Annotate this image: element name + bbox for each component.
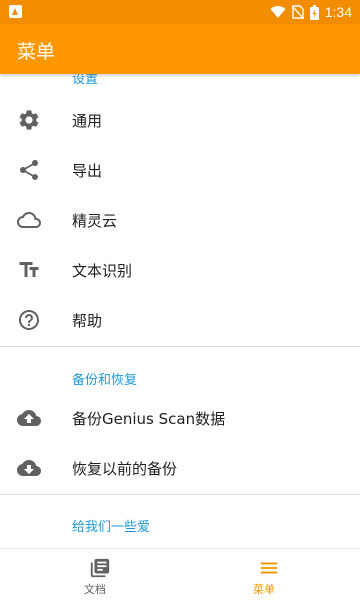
- battery-icon: [309, 4, 319, 20]
- tab-label: 文档: [84, 583, 106, 596]
- app-bar: 菜单: [0, 24, 360, 74]
- wifi-icon: [270, 6, 286, 19]
- status-time: 1:34: [324, 4, 352, 20]
- cloud-icon: [17, 212, 41, 228]
- menu-item-backup[interactable]: 备份Genius Scan数据: [0, 393, 360, 443]
- menu-item-label: 恢复以前的备份: [72, 460, 178, 478]
- documents-icon: [90, 558, 110, 578]
- menu-list[interactable]: 设置 通用 导出 精灵云 文本识别 帮助 备份和恢复 备份Genius Scan…: [0, 74, 360, 548]
- page-title: 菜单: [17, 41, 56, 63]
- tab-menu[interactable]: 菜单: [174, 549, 354, 601]
- app-notification-icon: [9, 5, 22, 18]
- share-icon: [20, 160, 38, 180]
- text-size-icon: [19, 262, 39, 277]
- menu-item-label: 通用: [72, 112, 103, 130]
- no-sim-icon: [291, 5, 304, 19]
- tab-documents[interactable]: 文档: [5, 549, 185, 601]
- section-header-backup: 备份和恢复: [72, 373, 138, 388]
- gear-icon: [19, 110, 39, 130]
- cloud-upload-icon: [17, 410, 41, 426]
- menu-item-label: 备份Genius Scan数据: [72, 410, 226, 428]
- status-bar: 1:34: [0, 0, 360, 24]
- menu-item-genius-cloud[interactable]: 精灵云: [0, 195, 360, 245]
- menu-item-restore[interactable]: 恢复以前的备份: [0, 443, 360, 493]
- menu-item-label: 精灵云: [72, 212, 118, 230]
- tab-label: 菜单: [253, 583, 275, 596]
- menu-item-label: 文本识别: [72, 262, 133, 280]
- section-header-love: 给我们一些爱: [72, 520, 151, 535]
- section-header-settings: 设置: [72, 74, 99, 87]
- menu-item-help[interactable]: 帮助: [0, 295, 360, 345]
- menu-item-label: 导出: [72, 162, 103, 180]
- menu-item-general[interactable]: 通用: [0, 95, 360, 145]
- menu-icon: [260, 562, 278, 574]
- cloud-download-icon: [17, 460, 41, 476]
- divider: [0, 494, 360, 495]
- divider: [0, 346, 360, 347]
- help-icon: [19, 310, 39, 330]
- menu-item-text-recognition[interactable]: 文本识别: [0, 245, 360, 295]
- bottom-navigation: 文档 菜单: [0, 548, 360, 601]
- menu-item-export[interactable]: 导出: [0, 145, 360, 195]
- menu-item-label: 帮助: [72, 312, 103, 330]
